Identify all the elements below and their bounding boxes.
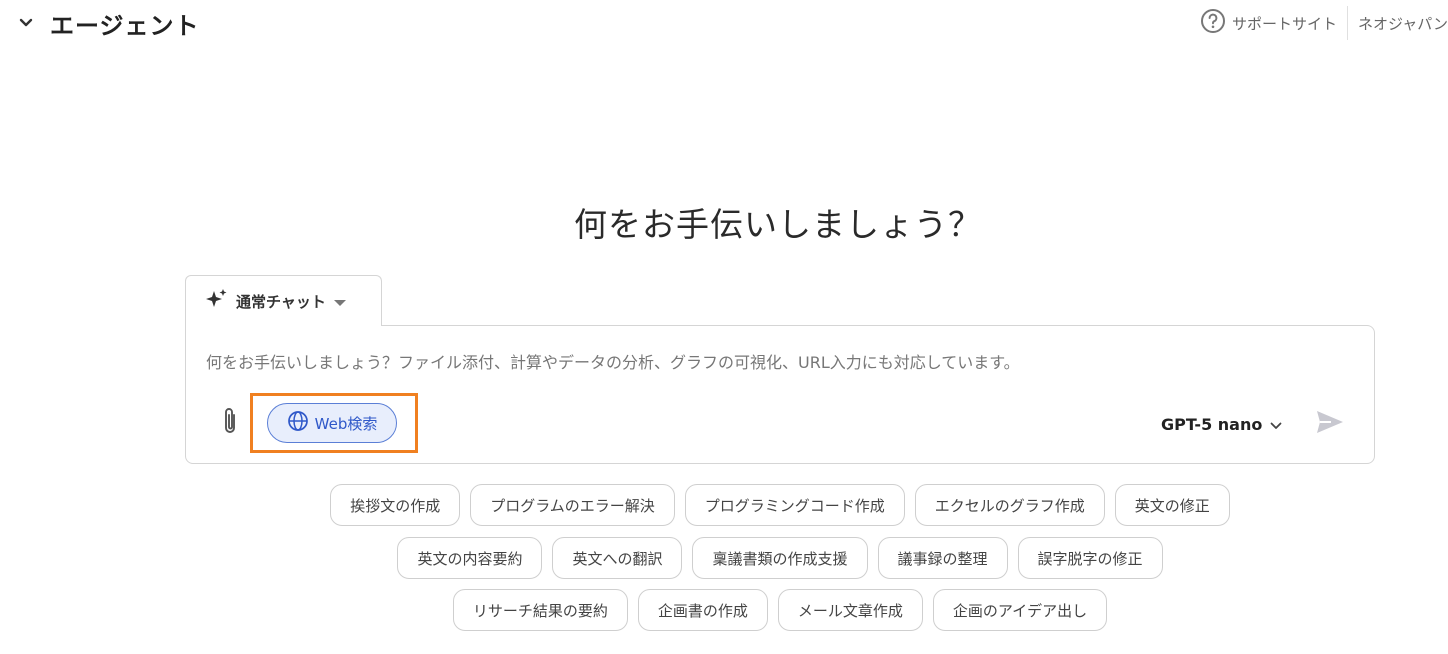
suggestion-chip[interactable]: 稟議書類の作成支援	[692, 537, 868, 579]
suggestion-chip[interactable]: 企画書の作成	[637, 589, 768, 631]
suggestion-chip[interactable]: 英文の修正	[1114, 484, 1230, 526]
agent-page: エージェント サポートサイト ネオジャパン 何をお手伝いしましょう？ 通常チャッ…	[0, 0, 1448, 654]
suggestion-row: 英文の内容要約 英文への翻訳 稟議書類の作成支援 議事録の整理 誤字脱字の修正	[0, 537, 1448, 579]
header-left: エージェント	[16, 6, 200, 40]
chat-mode-label: 通常チャット	[236, 292, 326, 311]
support-site-label: サポートサイト	[1231, 14, 1337, 33]
suggestion-chip[interactable]: 誤字脱字の修正	[1017, 537, 1163, 579]
model-label: GPT-5 nano	[1161, 414, 1263, 434]
suggestion-chip[interactable]: 英文への翻訳	[552, 537, 683, 579]
suggestion-chip[interactable]: プログラミングコード作成	[684, 484, 905, 526]
suggestion-chip[interactable]: 企画のアイデア出し	[932, 589, 1108, 631]
header-right: サポートサイト ネオジャパン	[1200, 6, 1448, 40]
sparkle-icon	[204, 288, 228, 314]
suggestion-chip[interactable]: 英文の内容要約	[397, 537, 543, 579]
suggestion-chip[interactable]: リサーチ結果の要約	[452, 589, 628, 631]
chevron-down-icon	[1270, 415, 1282, 434]
main-heading: 何をお手伝いしましょう？	[574, 205, 982, 244]
model-selector[interactable]: GPT-5 nano	[1161, 410, 1282, 438]
chat-composer: Web検索 GPT-5 nano	[185, 325, 1375, 464]
chevron-down-icon[interactable]	[16, 13, 36, 33]
suggestion-chip[interactable]: プログラムのエラー解決	[470, 484, 675, 526]
prompt-input[interactable]	[206, 348, 1346, 376]
support-site-link[interactable]: サポートサイト	[1200, 8, 1347, 38]
suggestion-chip[interactable]: 挨拶文の作成	[330, 484, 461, 526]
caret-down-icon	[333, 292, 346, 311]
page-title: エージェント	[50, 11, 200, 40]
suggestion-row: 挨拶文の作成 プログラムのエラー解決 プログラミングコード作成 エクセルのグラフ…	[0, 484, 1448, 526]
send-icon	[1315, 409, 1345, 439]
suggestion-chip[interactable]: エクセルのグラフ作成	[914, 484, 1105, 526]
suggestion-row: リサーチ結果の要約 企画書の作成 メール文章作成 企画のアイデア出し	[0, 589, 1448, 631]
globe-icon	[287, 410, 309, 436]
send-button[interactable]	[1314, 408, 1346, 440]
web-search-label: Web検索	[314, 414, 378, 433]
chat-mode-selector[interactable]: 通常チャット	[185, 275, 382, 326]
web-search-toggle[interactable]: Web検索	[267, 403, 397, 443]
suggestion-chip[interactable]: 議事録の整理	[877, 537, 1008, 579]
suggestion-chip[interactable]: メール文章作成	[777, 589, 923, 631]
attach-file-button[interactable]	[218, 408, 242, 438]
org-name[interactable]: ネオジャパン	[1348, 13, 1448, 34]
paperclip-icon	[221, 406, 239, 440]
help-circle-icon	[1200, 8, 1226, 38]
